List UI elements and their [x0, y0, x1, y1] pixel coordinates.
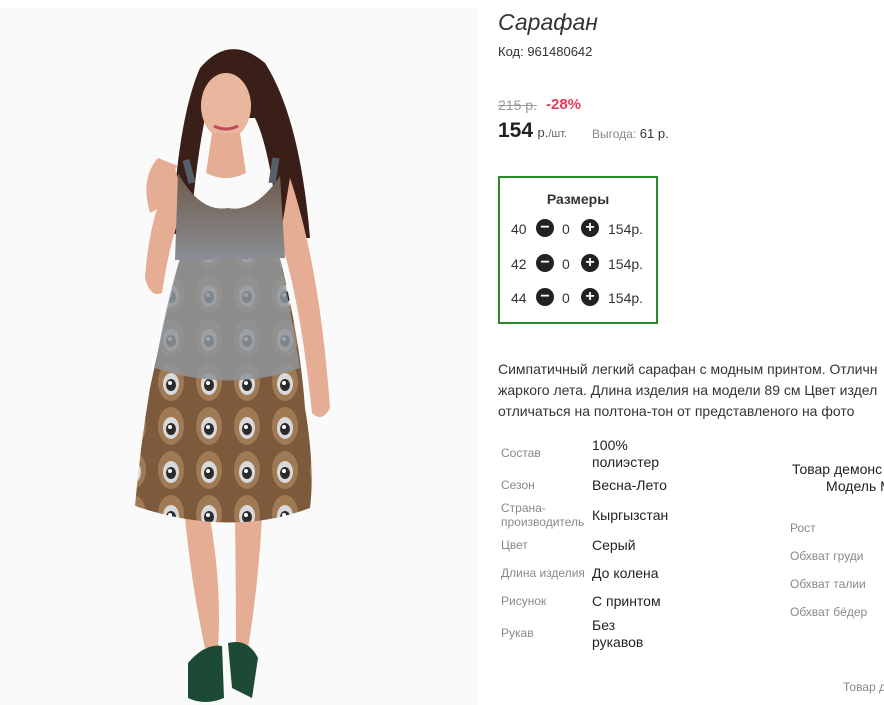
size-quantity: 0 — [562, 290, 570, 306]
description-line: жаркого лета. Длина изделия на модели 89… — [498, 382, 878, 398]
model-demo-title: Товар демонс — [792, 461, 883, 477]
model-param-hips: Обхват бёдер — [790, 605, 868, 619]
attr-value-sleeve: Без рукавов — [592, 617, 644, 650]
model-note: Товар д — [843, 680, 884, 694]
attr-label-sleeve: Рукав — [501, 626, 534, 640]
sizes-title: Размеры — [546, 191, 610, 207]
model-param-height: Рост — [790, 521, 816, 535]
description-line: Симпатичный легкий сарафан с модным прин… — [498, 361, 878, 377]
model-name: Модель М — [826, 478, 884, 494]
attr-value-composition: 100% полиэстер — [592, 437, 660, 470]
minus-circle-icon[interactable]: − — [536, 219, 554, 237]
attr-value-length: До колена — [592, 565, 659, 581]
size-quantity: 0 — [562, 256, 570, 272]
attr-label-pattern: Рисунок — [501, 594, 547, 608]
product-code: Код: 961480642 — [498, 44, 593, 59]
attr-label-season: Сезон — [501, 478, 535, 492]
minus-circle-icon[interactable]: − — [536, 254, 554, 272]
model-illustration — [135, 49, 330, 702]
product-photo[interactable] — [0, 8, 477, 705]
size-selector: Размеры 40 − 0 + 154р. 42 − 0 + 154р. 44… — [498, 176, 658, 324]
benefit-label: Выгода: — [592, 127, 637, 141]
discount-badge: -28% — [546, 96, 582, 113]
size-label: 40 — [511, 221, 527, 237]
plus-circle-icon[interactable]: + — [581, 288, 599, 306]
model-param-waist: Обхват талии — [790, 577, 866, 591]
product-title: Сарафан — [498, 9, 598, 35]
size-price: 154р. — [608, 290, 644, 306]
attr-value-season: Весна-Лето — [592, 477, 667, 493]
attr-value-color: Серый — [592, 537, 636, 553]
attr-label-color: Цвет — [501, 538, 528, 552]
size-label: 44 — [511, 290, 527, 306]
plus-circle-icon[interactable]: + — [581, 254, 599, 272]
plus-circle-icon[interactable]: + — [581, 219, 599, 237]
old-price: 215 р. — [498, 97, 537, 113]
price-value: 154 — [498, 119, 534, 142]
current-price: 154 р./шт. — [498, 119, 567, 143]
attr-label-length: Длина изделия — [501, 566, 585, 580]
size-label: 42 — [511, 256, 527, 272]
size-price: 154р. — [608, 256, 644, 272]
attr-value-country: Кыргызстан — [592, 507, 669, 523]
size-quantity: 0 — [562, 221, 570, 237]
benefit: Выгода: 61 р. — [592, 126, 669, 141]
attr-label-country: Страна- производитель — [501, 501, 585, 529]
description-line: отличаться на полтона-тон от представлен… — [498, 403, 855, 419]
price-unit: р./шт. — [537, 125, 568, 140]
product-description: Симпатичный легкий сарафан с модным прин… — [498, 359, 884, 422]
attr-label-composition: Состав — [501, 446, 541, 460]
attr-value-pattern: С принтом — [592, 593, 661, 609]
minus-circle-icon[interactable]: − — [536, 288, 554, 306]
size-price: 154р. — [608, 221, 644, 237]
model-param-bust: Обхват груди — [790, 549, 864, 563]
benefit-value: 61 р. — [639, 126, 669, 141]
